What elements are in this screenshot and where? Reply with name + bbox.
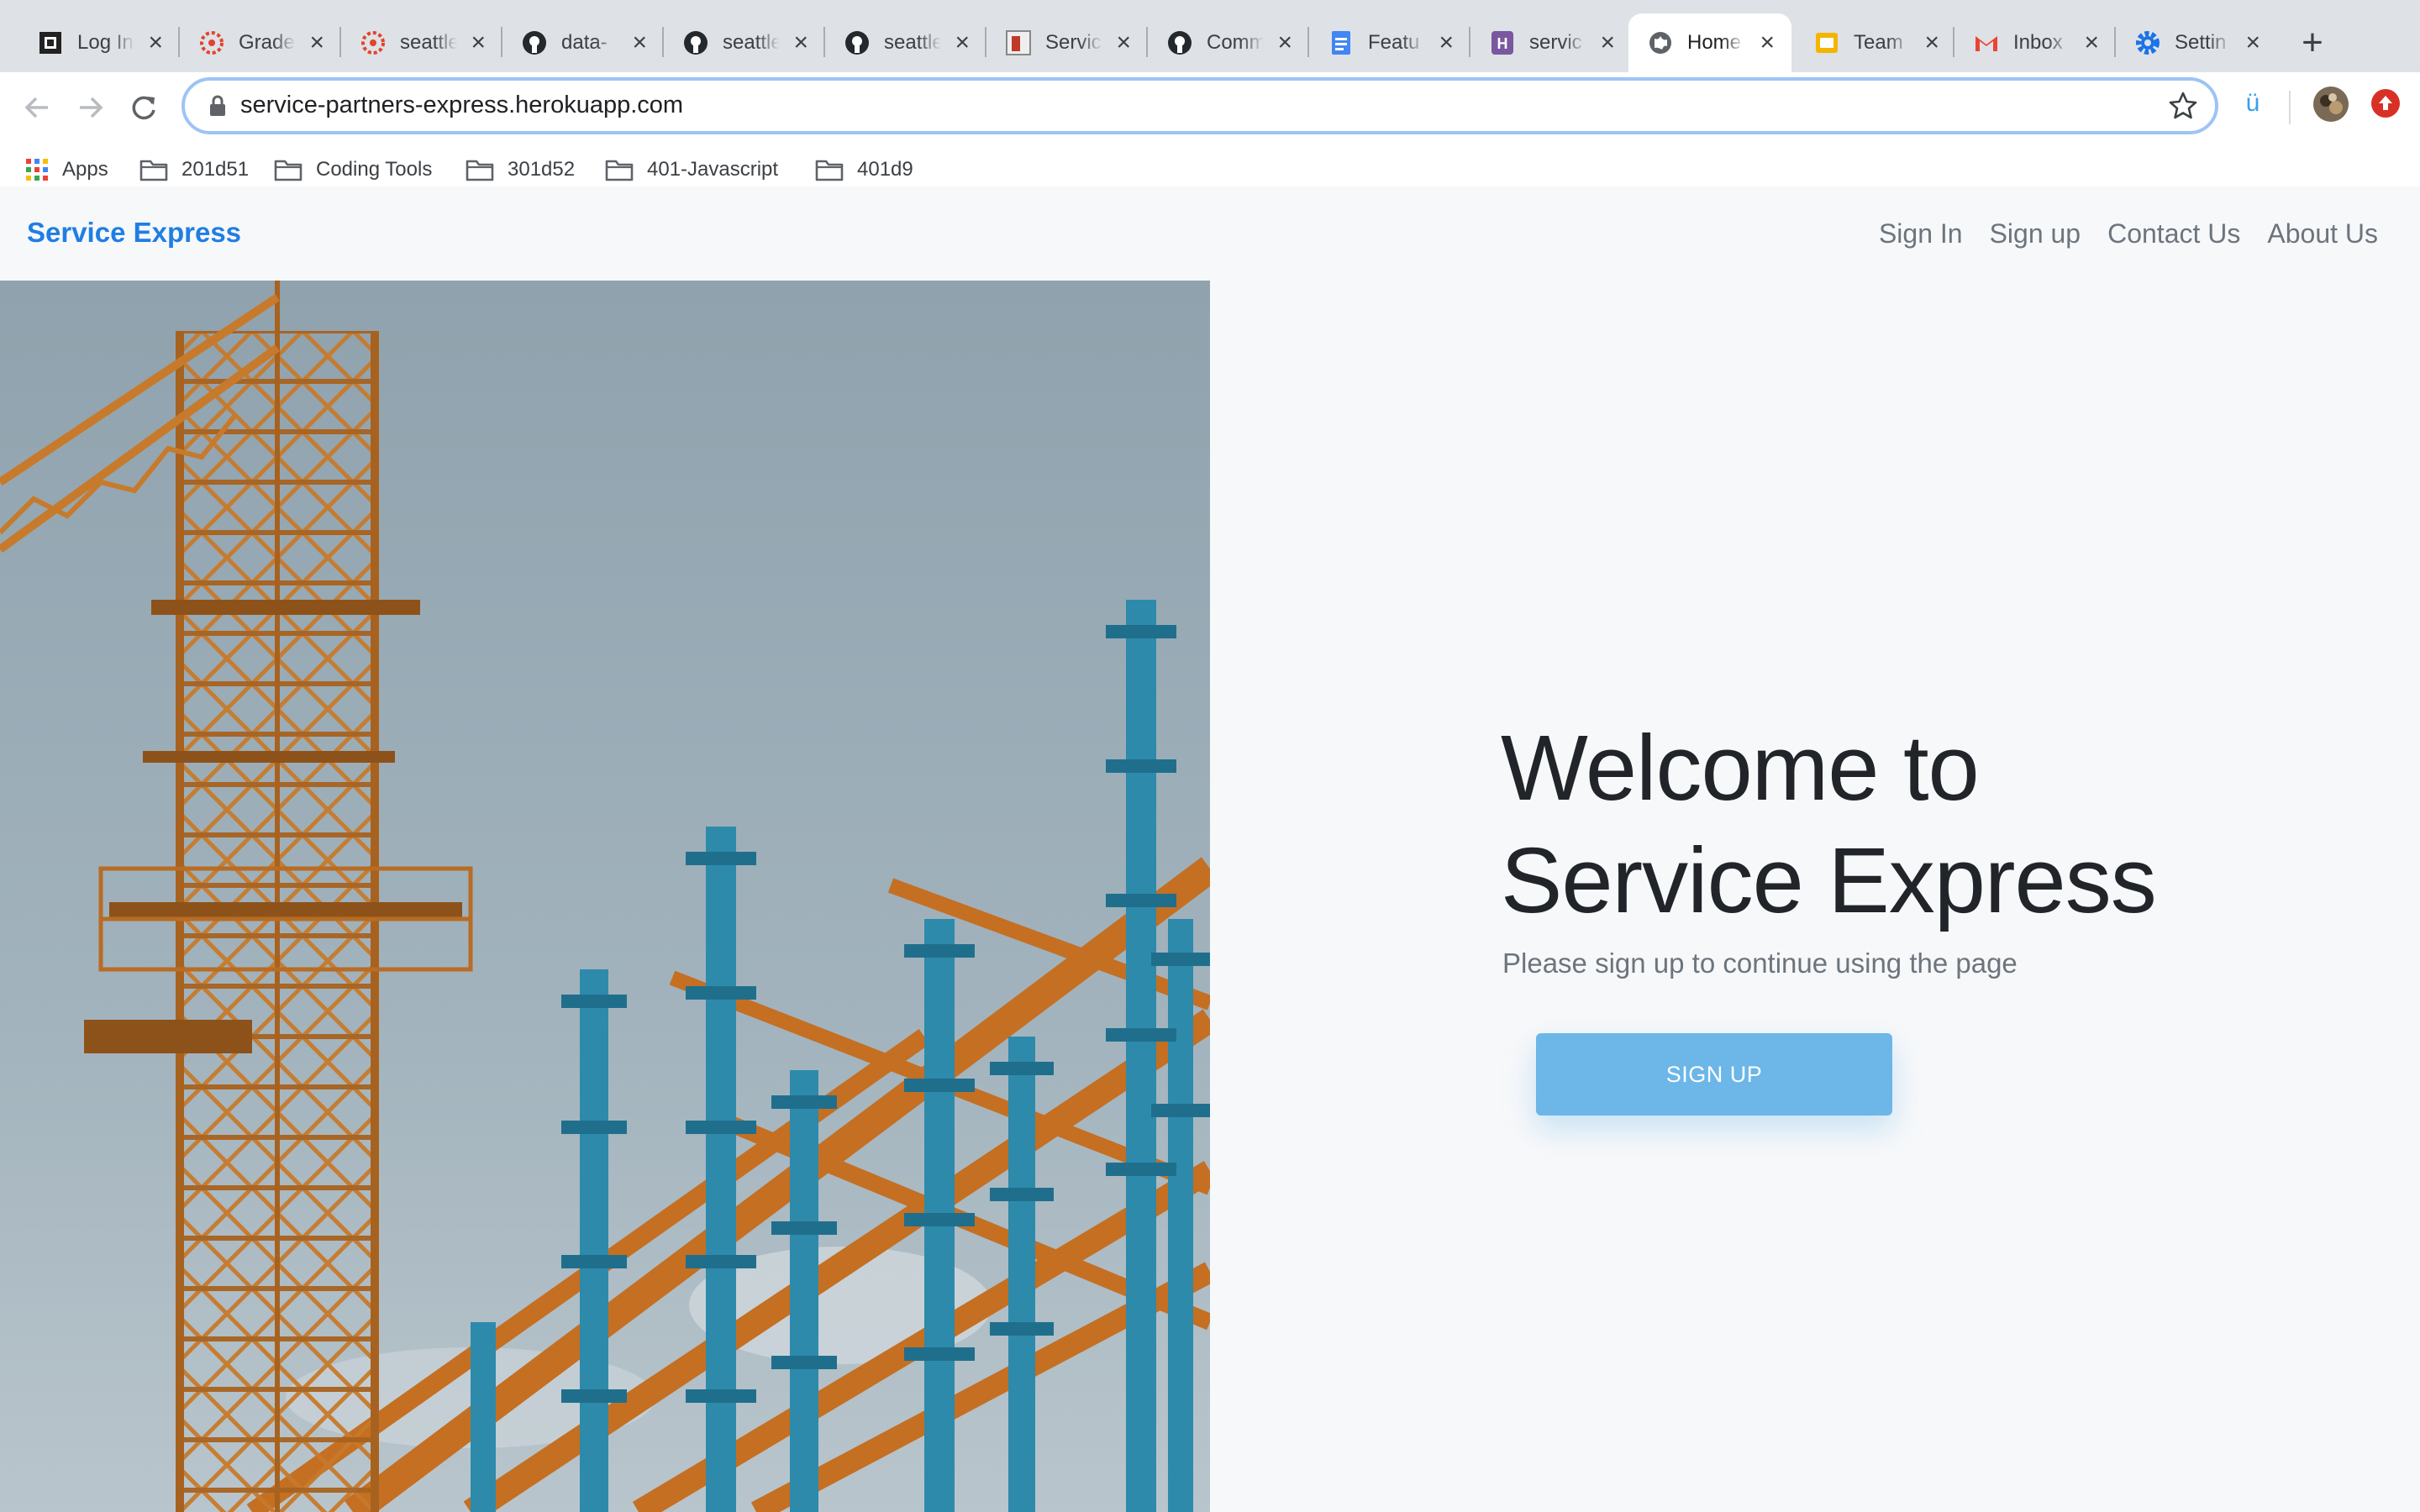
- browser-tab-active[interactable]: Home ×: [1628, 13, 1791, 72]
- github-icon: [844, 29, 871, 56]
- site-nav: Sign In Sign up Contact Us About Us: [1879, 218, 2378, 249]
- back-button[interactable]: [13, 84, 60, 131]
- close-tab-icon[interactable]: ×: [955, 30, 970, 55]
- address-bar[interactable]: service-partners-express.herokuapp.com: [182, 77, 2218, 134]
- folder-icon: [605, 158, 634, 181]
- site-brand-link[interactable]: Service Express: [27, 217, 241, 249]
- github-icon: [682, 29, 709, 56]
- url-text: service-partners-express.herokuapp.com: [240, 92, 684, 118]
- folder-icon: [139, 158, 168, 181]
- bookmark-folder[interactable]: 401d9: [815, 153, 913, 186]
- close-tab-icon[interactable]: ×: [1116, 30, 1131, 55]
- close-tab-icon[interactable]: ×: [471, 30, 486, 55]
- tab-strip: Log In × Grades × seattle × data- × seat…: [0, 0, 2420, 72]
- browser-tab[interactable]: H servic ×: [1470, 13, 1632, 72]
- browser-toolbar: service-partners-express.herokuapp.com ü…: [0, 72, 2420, 202]
- nav-sign-up[interactable]: Sign up: [1990, 218, 2081, 249]
- forward-button[interactable]: [67, 84, 114, 131]
- toolbar-divider: [2289, 91, 2291, 124]
- close-tab-icon[interactable]: ×: [2245, 30, 2260, 55]
- browser-tab[interactable]: Grades ×: [180, 13, 341, 72]
- browser-tab[interactable]: Service ×: [986, 13, 1148, 72]
- service-icon: [1005, 29, 1032, 56]
- avatar[interactable]: [2312, 86, 2349, 127]
- hero-subtitle: Please sign up to continue using the pag…: [1502, 948, 2018, 979]
- browser-tab[interactable]: Inbox ×: [1954, 13, 2116, 72]
- browser-tab[interactable]: Log In ×: [18, 13, 180, 72]
- github-icon: [521, 29, 548, 56]
- hero-title-line1: Welcome to: [1501, 717, 1980, 820]
- close-tab-icon[interactable]: ×: [1277, 30, 1292, 55]
- sign-up-button[interactable]: SIGN UP: [1536, 1033, 1892, 1116]
- folder-icon: [815, 158, 844, 181]
- svg-text:ü: ü: [2246, 89, 2260, 116]
- square-logo-icon: [37, 29, 64, 56]
- close-tab-icon[interactable]: ×: [309, 30, 324, 55]
- extension-icon[interactable]: ü: [2240, 87, 2265, 120]
- svg-text:H: H: [1497, 35, 1508, 52]
- new-tab-button[interactable]: +: [2294, 20, 2331, 66]
- hero-construction-image: [0, 281, 1210, 1512]
- globe-icon: [1647, 29, 1674, 56]
- heroku-icon: H: [1489, 29, 1516, 56]
- close-tab-icon[interactable]: ×: [1439, 30, 1454, 55]
- github-icon: [1166, 29, 1193, 56]
- lock-icon: [208, 94, 227, 122]
- apps-grid-icon: [25, 158, 49, 181]
- browser-tab[interactable]: Team ×: [1795, 13, 1956, 72]
- bookmark-apps[interactable]: Apps: [25, 153, 108, 186]
- browser-tab[interactable]: data- ×: [502, 13, 664, 72]
- canvas-icon: [360, 29, 387, 56]
- browser-tab[interactable]: seattle ×: [825, 13, 986, 72]
- close-tab-icon[interactable]: ×: [1924, 30, 1939, 55]
- bookmark-folder[interactable]: 301d52: [466, 153, 575, 186]
- reload-button[interactable]: [121, 84, 168, 131]
- bookmark-folder[interactable]: 401-Javascript: [605, 153, 778, 186]
- close-tab-icon[interactable]: ×: [1600, 30, 1615, 55]
- arrow-left-icon: [24, 97, 48, 118]
- browser-tab[interactable]: Settin ×: [2116, 13, 2277, 72]
- slides-icon: [1813, 29, 1840, 56]
- close-tab-icon[interactable]: ×: [1760, 30, 1775, 55]
- browser-tab[interactable]: seattle ×: [341, 13, 502, 72]
- bookmark-folder[interactable]: 201d51: [139, 153, 249, 186]
- web-page: Service Express Sign In Sign up Contact …: [0, 186, 2420, 1512]
- bookmark-folder[interactable]: Coding Tools: [274, 153, 432, 186]
- nav-sign-in[interactable]: Sign In: [1879, 218, 1963, 249]
- folder-icon: [466, 158, 494, 181]
- arrow-right-icon: [80, 97, 103, 118]
- bookmark-star-icon[interactable]: [2168, 91, 2198, 125]
- close-tab-icon[interactable]: ×: [148, 30, 163, 55]
- folder-icon: [274, 158, 302, 181]
- hero-title: Welcome to Service Express: [1501, 712, 2257, 937]
- gear-icon: [2134, 29, 2161, 56]
- browser-tab[interactable]: Featu ×: [1309, 13, 1470, 72]
- close-tab-icon[interactable]: ×: [793, 30, 808, 55]
- nav-contact-us[interactable]: Contact Us: [2107, 218, 2240, 249]
- close-tab-icon[interactable]: ×: [2084, 30, 2099, 55]
- browser-tab[interactable]: seattle ×: [664, 13, 825, 72]
- hero-title-line2: Service Express: [1501, 829, 2157, 932]
- gmail-icon: [1973, 29, 2000, 56]
- docs-icon: [1328, 29, 1355, 56]
- reload-icon: [132, 96, 155, 120]
- canvas-icon: [198, 29, 225, 56]
- close-tab-icon[interactable]: ×: [632, 30, 647, 55]
- update-icon[interactable]: [2370, 87, 2402, 123]
- browser-tab[interactable]: Comm ×: [1148, 13, 1309, 72]
- nav-about-us[interactable]: About Us: [2267, 218, 2378, 249]
